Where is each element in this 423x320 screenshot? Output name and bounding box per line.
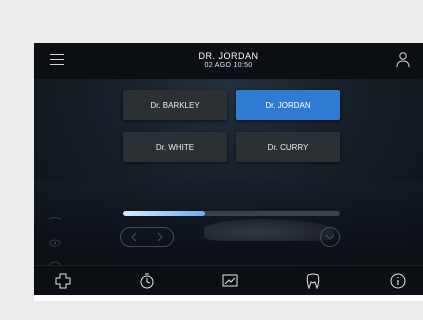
progress-fill bbox=[123, 211, 206, 216]
chevron-down-button[interactable] bbox=[320, 227, 340, 247]
chevron-down-icon bbox=[325, 234, 335, 240]
dental-cross-icon[interactable] bbox=[54, 272, 72, 290]
bottom-navigation bbox=[34, 265, 423, 295]
top-bar: DR. JORDAN 02 AGO 10:50 bbox=[34, 43, 423, 79]
date-time: 02 AGO 10:50 bbox=[204, 62, 253, 69]
doctor-button-barkley[interactable]: Dr. BARKLEY bbox=[123, 90, 227, 120]
dental-unit-screen: DR. JORDAN 02 AGO 10:50 Dr. BARKLEY Dr. … bbox=[34, 43, 423, 295]
info-icon[interactable] bbox=[389, 272, 407, 290]
position-arrows-control[interactable] bbox=[120, 227, 174, 247]
eye-icon bbox=[49, 239, 61, 247]
main-panel: Dr. BARKLEY Dr. JORDAN Dr. WHITE Dr. CUR… bbox=[34, 79, 423, 291]
loading-progress-bar bbox=[123, 211, 340, 216]
doctor-button-white[interactable]: Dr. WHITE bbox=[123, 132, 227, 162]
page-title: DR. JORDAN bbox=[198, 51, 259, 61]
tooth-icon[interactable] bbox=[304, 272, 322, 290]
chevron-left-icon bbox=[131, 232, 137, 242]
bezel-strip bbox=[34, 295, 423, 301]
dental-chair-graphic bbox=[204, 219, 334, 241]
doctor-button-curry[interactable]: Dr. CURRY bbox=[236, 132, 340, 162]
image-viewer-icon[interactable] bbox=[221, 272, 239, 290]
light-icon bbox=[48, 217, 62, 220]
chevron-right-icon bbox=[157, 232, 163, 242]
user-icon[interactable] bbox=[395, 51, 411, 69]
doctor-button-jordan[interactable]: Dr. JORDAN bbox=[236, 90, 340, 120]
timer-icon[interactable] bbox=[138, 272, 156, 290]
